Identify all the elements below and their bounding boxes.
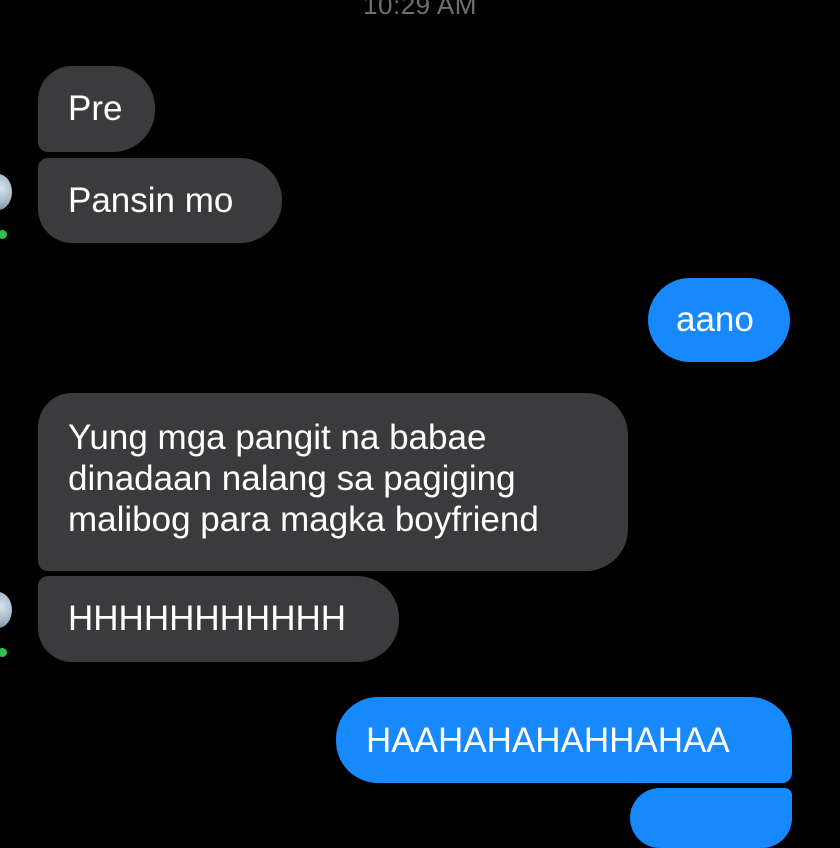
- incoming-message-bubble[interactable]: Pansin mo: [38, 158, 282, 243]
- message-text: Pre: [68, 89, 123, 128]
- contact-avatar-icon[interactable]: [0, 174, 12, 210]
- contact-avatar-icon[interactable]: [0, 592, 12, 628]
- message-text: aano: [676, 300, 754, 339]
- outgoing-message-bubble[interactable]: aano: [648, 278, 790, 362]
- message-text-line: Yung mga pangit na babae: [68, 418, 487, 457]
- incoming-message-bubble[interactable]: HHHHHHHHHHH: [38, 576, 399, 662]
- incoming-message-bubble[interactable]: Pre: [38, 66, 155, 152]
- online-status-dot-icon: [0, 230, 7, 239]
- incoming-message-bubble[interactable]: Yung mga pangit na babae dinadaan nalang…: [38, 393, 628, 571]
- message-timestamp: 10:29 AM: [363, 0, 477, 20]
- outgoing-message-bubble-partial[interactable]: [630, 788, 792, 848]
- message-text: HHHHHHHHHHH: [68, 599, 347, 638]
- message-text: HAAHAHAHAHHAHAA: [366, 721, 730, 760]
- outgoing-message-bubble[interactable]: HAAHAHAHAHHAHAA: [336, 697, 792, 783]
- online-status-dot-icon: [0, 648, 7, 657]
- message-text: Pansin mo: [68, 181, 234, 220]
- message-text-line: dinadaan nalang sa pagiging: [68, 459, 516, 498]
- message-text-line: malibog para magka boyfriend: [68, 500, 539, 539]
